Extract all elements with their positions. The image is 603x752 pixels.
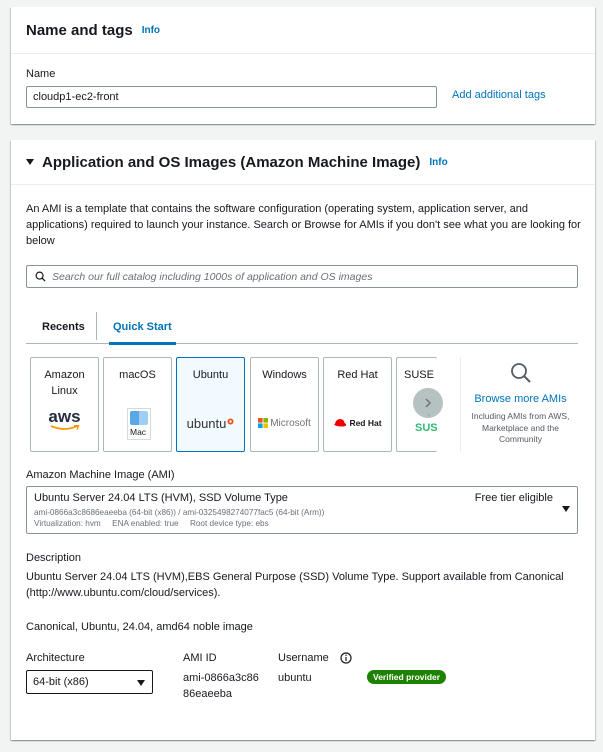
browse-more-amis-link[interactable]: Browse more AMIs	[469, 393, 572, 405]
card-title: macOS	[119, 369, 156, 381]
name-tags-title: Name and tags	[26, 21, 133, 39]
ubuntu-logo-text: ubuntu	[186, 415, 227, 431]
tab-recents[interactable]: Recents	[42, 310, 85, 344]
browse-more-amis-subtext: Including AMIs from AWS, Marketplace and…	[471, 411, 570, 444]
dropdown-caret-icon	[137, 680, 145, 686]
description-text: Ubuntu Server 24.04 LTS (HVM),EBS Genera…	[26, 571, 564, 599]
image-name-text: Canonical, Ubuntu, 24.04, amd64 noble im…	[26, 621, 253, 633]
mac-finder-icon: Mac	[127, 408, 151, 440]
ami-id-value-line2: 86eaeeba	[183, 688, 232, 700]
ami-select[interactable]: Ubuntu Server 24.04 LTS (HVM), SSD Volum…	[26, 486, 578, 534]
ami-panel: Application and OS Images (Amazon Machin…	[11, 140, 595, 740]
divider	[11, 184, 595, 185]
ami-intro-text: An AMI is a template that contains the s…	[26, 203, 581, 247]
name-tags-info-link[interactable]: Info	[142, 25, 160, 36]
carousel-next-button[interactable]	[413, 388, 443, 418]
dropdown-caret-icon	[562, 506, 570, 512]
tab-separator	[96, 312, 97, 340]
ami-label: Amazon Machine Image (AMI)	[26, 469, 175, 481]
tab-quick-start[interactable]: Quick Start	[109, 310, 176, 345]
ami-header[interactable]: Application and OS Images (Amazon Machin…	[26, 140, 595, 184]
aws-smile-icon	[50, 425, 80, 430]
ami-search-input[interactable]: Search our full catalog including 1000s …	[26, 265, 578, 288]
browse-more-amis[interactable]: Browse more AMIs Including AMIs from AWS…	[469, 362, 572, 446]
ami-id-label: AMI ID	[183, 652, 217, 664]
name-input-value: cloudp1-ec2-front	[33, 91, 119, 103]
ubuntu-circle-icon	[227, 417, 234, 425]
ami-meta: Virtualization: hvm ENA enabled: true Ro…	[34, 519, 269, 528]
os-card-ubuntu[interactable]: Ubuntu ubuntu	[176, 357, 245, 452]
microsoft-logo-text: Microsoft	[270, 417, 311, 429]
architecture-label: Architecture	[26, 652, 85, 664]
search-icon	[35, 271, 46, 282]
name-label: Name	[26, 68, 56, 80]
card-title: Windows	[262, 369, 307, 381]
search-icon	[510, 363, 531, 383]
os-card-macos[interactable]: macOS Mac	[103, 357, 172, 452]
divider	[460, 357, 461, 452]
architecture-select[interactable]: 64-bit (x86)	[26, 670, 153, 694]
description-label: Description	[26, 552, 82, 564]
os-card-amazon-linux[interactable]: Amazon Linux aws	[30, 357, 99, 452]
info-circle-icon[interactable]	[340, 652, 352, 664]
aws-logo-icon: aws	[31, 405, 98, 435]
card-title: Amazon Linux	[44, 369, 85, 397]
suse-logo-text: SUS	[415, 422, 437, 434]
os-card-red-hat[interactable]: Red Hat Red Hat	[323, 357, 392, 452]
username-value: ubuntu	[278, 672, 312, 684]
ami-section-title: Application and OS Images (Amazon Machin…	[42, 153, 421, 171]
name-input[interactable]: cloudp1-ec2-front	[26, 86, 437, 108]
card-title: Red Hat	[337, 369, 378, 381]
ami-id-value-line1: ami-0866a3c86	[183, 672, 259, 684]
ami-tabs: Recents Quick Start	[26, 310, 578, 345]
username-label: Username	[278, 652, 329, 664]
microsoft-logo-icon: Microsoft	[251, 408, 318, 438]
ami-ids: ami-0866a3c8686eaeeba (64-bit (x86)) / a…	[34, 508, 325, 517]
search-placeholder: Search our full catalog including 1000s …	[52, 270, 373, 283]
chevron-right-icon	[425, 398, 432, 408]
ami-name: Ubuntu Server 24.04 LTS (HVM), SSD Volum…	[34, 492, 288, 504]
collapse-caret-icon[interactable]	[26, 159, 34, 165]
ubuntu-logo-icon: ubuntu	[177, 408, 244, 438]
redhat-logo-icon: Red Hat	[324, 408, 391, 438]
name-tags-panel: Name and tags Info Name cloudp1-ec2-fron…	[11, 7, 595, 124]
divider	[11, 53, 595, 54]
ami-info-link[interactable]: Info	[429, 157, 447, 168]
redhat-hat-icon	[334, 419, 347, 427]
free-tier-label: Free tier eligible	[474, 492, 553, 504]
aws-logo-text: aws	[48, 407, 81, 426]
name-tags-header: Name and tags Info	[26, 7, 595, 53]
mac-logo-text: Mac	[130, 427, 147, 437]
card-title: Ubuntu	[192, 369, 229, 381]
os-card-windows[interactable]: Windows Microsoft	[250, 357, 319, 452]
verified-provider-badge: Verified provider	[367, 670, 447, 684]
card-title: SUSE Linux	[404, 369, 437, 381]
architecture-value: 64-bit (x86)	[33, 676, 89, 688]
windows-squares-icon	[258, 418, 269, 428]
add-additional-tags-link[interactable]: Add additional tags	[452, 89, 546, 101]
redhat-logo-text: Red Hat	[349, 418, 382, 428]
